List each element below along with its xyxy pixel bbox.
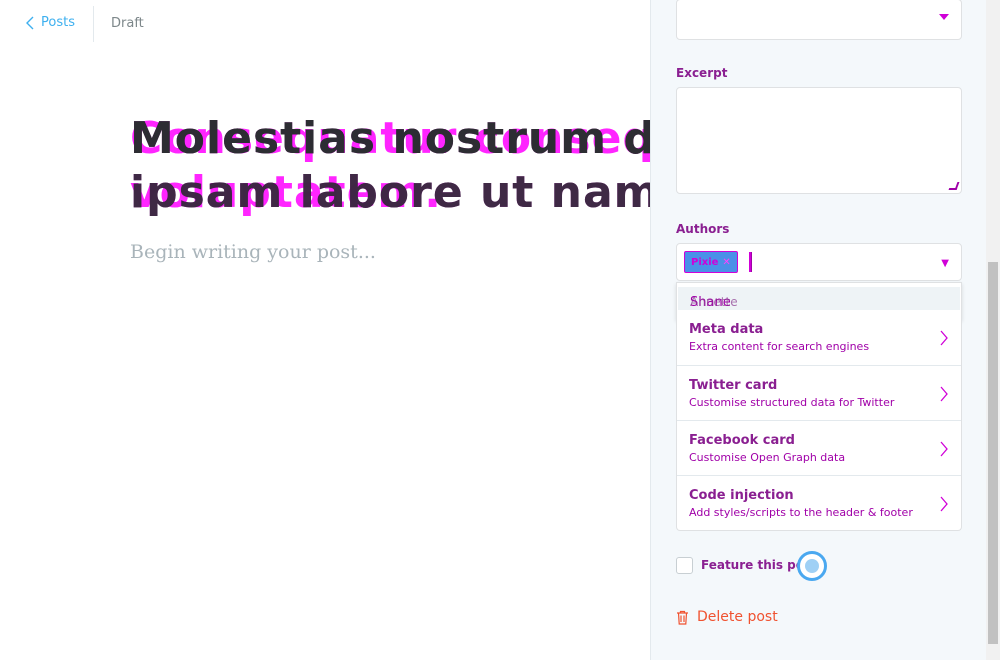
menu-item-twitter-card[interactable]: Twitter card Customise structured data f… <box>677 365 961 420</box>
author-token-label: Pixie <box>691 256 719 268</box>
chevron-right-icon <box>940 386 948 402</box>
post-title-text: Molestias nostrum dolores ipsam labore u… <box>130 113 650 218</box>
chevron-right-icon <box>940 441 948 457</box>
back-to-posts-link[interactable]: Posts <box>25 15 75 30</box>
menu-item-facebook-card[interactable]: Facebook card Customise Open Graph data <box>677 420 961 475</box>
menu-item-meta-data[interactable]: Meta data Extra content for search engin… <box>677 310 961 365</box>
close-icon[interactable]: ✕ <box>722 257 730 268</box>
delete-post-label: Delete post <box>697 609 778 625</box>
author-token[interactable]: Pixie ✕ <box>684 251 738 273</box>
authors-label: Authors <box>676 222 730 236</box>
post-status: Draft <box>111 16 144 31</box>
resize-handle-icon[interactable] <box>948 182 960 190</box>
menu-item-description: Customise structured data for Twitter <box>689 396 895 409</box>
feature-post-checkbox[interactable] <box>676 557 693 574</box>
back-link-label: Posts <box>41 15 75 30</box>
excerpt-textarea[interactable] <box>676 87 962 194</box>
chevron-right-icon <box>940 496 948 512</box>
menu-item-description: Add styles/scripts to the header & foote… <box>689 506 913 519</box>
post-title-input[interactable]: Consequatur consequuntur voluptatem. Mol… <box>130 112 650 222</box>
menu-item-title: Code injection <box>689 488 794 503</box>
trash-icon <box>677 610 688 625</box>
post-settings-sidebar: Excerpt Authors Pixie ✕ ▼ Annette Shane … <box>650 0 1000 660</box>
menu-item-title: Twitter card <box>689 378 778 393</box>
sidebar-scrollbar[interactable] <box>986 0 1000 660</box>
menu-item-code-injection[interactable]: Code injection Add styles/scripts to the… <box>677 475 961 530</box>
menu-item-title: Facebook card <box>689 433 795 448</box>
editor-header: Posts Draft <box>0 0 650 48</box>
menu-item-description: Customise Open Graph data <box>689 451 846 464</box>
tags-select[interactable] <box>676 0 962 40</box>
caret-down-icon <box>939 14 949 20</box>
scrollbar-thumb[interactable] <box>988 262 998 644</box>
author-option-ghost: Annette <box>690 295 738 309</box>
chevron-right-icon <box>940 330 948 346</box>
authors-input[interactable]: Pixie ✕ ▼ <box>676 243 962 281</box>
excerpt-label: Excerpt <box>676 66 728 80</box>
caret-down-icon[interactable]: ▼ <box>941 258 949 269</box>
header-divider <box>93 6 94 42</box>
menu-item-description: Extra content for search engines <box>689 340 870 353</box>
post-body-editor[interactable]: Begin writing your post... <box>130 241 376 263</box>
focus-indicator <box>797 551 827 581</box>
menu-item-title: Meta data <box>689 322 764 337</box>
chevron-left-icon <box>26 16 34 29</box>
settings-menu: Meta data Extra content for search engin… <box>676 310 962 531</box>
delete-post-button[interactable]: Delete post <box>676 609 778 625</box>
text-cursor <box>749 252 752 272</box>
